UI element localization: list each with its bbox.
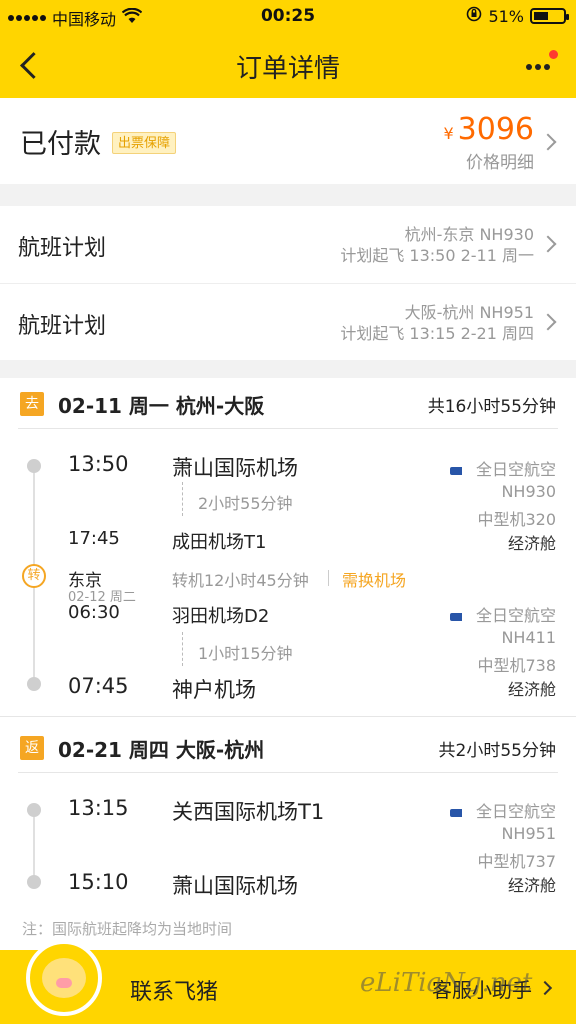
divider (18, 772, 558, 773)
timeline-line (33, 810, 35, 882)
navigation-bar: 订单详情 (0, 36, 576, 92)
airline: 全日空航空 (449, 798, 556, 822)
change-airport-notice: 需换机场 (342, 571, 407, 590)
itinerary: 去 02-11 周一 杭州-大阪 共16小时55分钟 转 13:50 萧山国际机… (0, 378, 576, 950)
price-amount: 3096 (457, 112, 534, 147)
price-detail-link[interactable]: 价格明细 (466, 148, 534, 173)
more-options-button[interactable] (518, 50, 558, 80)
airline: 全日空航空 (449, 602, 556, 626)
arrival-time: 07:45 (68, 674, 129, 698)
cabin-class: 经济舱 (507, 680, 556, 699)
outbound-header: 去 02-11 周一 杭州-大阪 共16小时55分钟 (0, 378, 576, 428)
return-header: 返 02-21 周四 大阪-杭州 共2小时55分钟 (0, 722, 576, 772)
return-tag: 返 (20, 736, 44, 760)
return-title: 02-21 周四 大阪-杭州 (58, 738, 265, 762)
flight-plan-row[interactable]: 航班计划 杭州-东京 NH930 计划起飞 13:50 2-11 周一 (0, 206, 576, 283)
arrival-time: 15:10 (68, 870, 129, 894)
ana-logo-icon (449, 466, 470, 475)
payment-status: 已付款 (20, 129, 101, 160)
return-duration: 共2小时55分钟 (438, 741, 556, 761)
flight-duration: 2小时55分钟 (198, 494, 293, 513)
timeline-dot (27, 459, 41, 473)
departure-airport: 萧山国际机场 (172, 456, 298, 480)
flight-duration: 1小时15分钟 (198, 644, 293, 663)
flight-number: NH930 (501, 482, 556, 501)
separator (328, 570, 329, 586)
flight-plans: 航班计划 杭州-东京 NH930 计划起飞 13:50 2-11 周一 航班计划… (0, 206, 576, 360)
airline-name: 全日空航空 (475, 460, 556, 479)
departure-airport: 羽田机场D2 (172, 606, 270, 627)
flight-plan-info: 杭州-东京 NH930 计划起飞 13:50 2-11 周一 (340, 224, 534, 266)
flight-plan-time: 计划起飞 13:15 2-21 周四 (340, 324, 534, 343)
more-dot-icon (544, 64, 550, 70)
total-price: ¥3096 (443, 112, 534, 147)
divider (0, 716, 576, 717)
ticket-guarantee-badge: 出票保障 (112, 132, 177, 154)
departure-time: 13:50 (68, 452, 129, 476)
outbound-title: 02-11 周一 杭州-大阪 (58, 394, 265, 418)
mascot-avatar-icon[interactable] (26, 940, 102, 1016)
chevron-right-icon (539, 313, 557, 331)
ana-logo-icon (449, 808, 470, 817)
rotation-lock-icon (466, 6, 482, 26)
flight-plan-label: 航班计划 (18, 236, 107, 261)
outbound-tag: 去 (20, 392, 44, 416)
flight-plan-route: 大阪-杭州 NH951 (404, 303, 534, 322)
departure-time: 13:15 (68, 796, 129, 820)
flight-plan-info: 大阪-杭州 NH951 计划起飞 13:15 2-21 周四 (340, 302, 534, 344)
chevron-right-icon (539, 235, 557, 253)
flight-dashed-line (182, 482, 183, 516)
chevron-right-icon (537, 980, 553, 996)
more-dot-icon (526, 64, 532, 70)
flight-number: NH951 (501, 824, 556, 843)
cabin-class: 经济舱 (507, 534, 556, 553)
contact-fliggy-button[interactable]: 联系飞猪 (130, 974, 218, 1006)
watermark: eLiTiaNg.net (360, 968, 533, 998)
airline-name: 全日空航空 (475, 802, 556, 821)
outbound-duration: 共16小时55分钟 (427, 397, 556, 417)
timeline-dot (27, 875, 41, 889)
battery-percent: 51% (488, 6, 524, 26)
flight-plan-row[interactable]: 航班计划 大阪-杭州 NH951 计划起飞 13:15 2-21 周四 (0, 283, 576, 360)
ana-logo-icon (449, 612, 470, 621)
flight-plan-time: 计划起飞 13:50 2-11 周一 (340, 246, 534, 265)
departure-airport: 关西国际机场T1 (172, 800, 325, 824)
battery-info: 51% (466, 6, 569, 26)
flight-plan-label: 航班计划 (18, 314, 107, 339)
flight-dashed-line (182, 632, 183, 666)
airline: 全日空航空 (449, 456, 556, 480)
cabin-class: 经济舱 (507, 876, 556, 895)
arrival-airport: 神户机场 (172, 678, 256, 702)
divider (18, 428, 558, 429)
battery-icon (530, 8, 569, 24)
aircraft-type: 中型机737 (477, 852, 556, 871)
more-dot-icon (535, 64, 541, 70)
departure-time: 06:30 (68, 602, 120, 623)
timeline-dot (27, 677, 41, 691)
arrival-time: 17:45 (68, 528, 120, 549)
chevron-right-icon (539, 133, 557, 151)
payment-section[interactable]: 已付款 出票保障 ¥3096 价格明细 (0, 98, 576, 184)
aircraft-type: 中型机738 (477, 656, 556, 675)
currency-symbol: ¥ (443, 124, 454, 143)
transfer-wait: 转机12小时45分钟 (172, 571, 309, 590)
battery-fill (534, 12, 548, 20)
local-time-note: 注：国际航班起降均为当地时间 (22, 920, 233, 938)
mascot-snout (56, 978, 72, 988)
arrival-airport: 成田机场T1 (172, 532, 267, 553)
notification-dot (549, 50, 558, 59)
timeline-dot (27, 803, 41, 817)
flight-plan-route: 杭州-东京 NH930 (404, 225, 534, 244)
header-bar: 中国移动 00:25 51% 订单详情 (0, 0, 576, 98)
page-title: 订单详情 (235, 54, 340, 84)
airline-name: 全日空航空 (475, 606, 556, 625)
status-bar: 中国移动 00:25 51% (0, 0, 576, 32)
aircraft-type: 中型机320 (477, 510, 556, 529)
arrival-airport: 萧山国际机场 (172, 874, 298, 898)
flight-number: NH411 (501, 628, 556, 647)
transfer-icon: 转 (22, 564, 46, 588)
